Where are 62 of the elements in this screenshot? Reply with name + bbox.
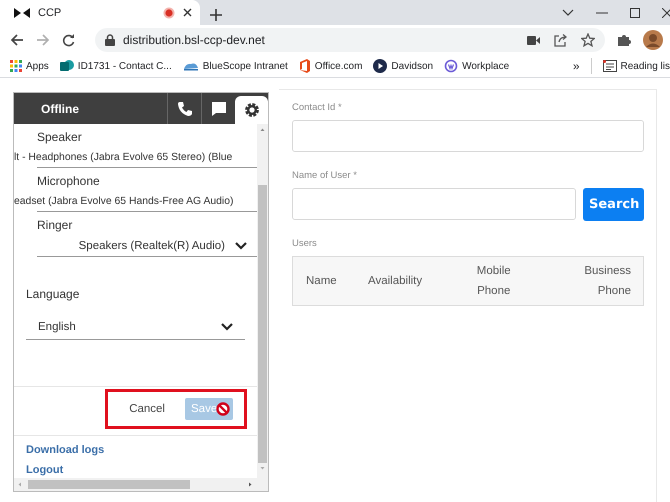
- panel-link[interactable]: Download logs: [26, 444, 104, 456]
- settings-icon[interactable]: [244, 102, 260, 118]
- horizontal-scrollbar[interactable]: [14, 478, 268, 491]
- device-value: lt - Headphones (Jabra Evolve 65 Stereo) (Blue: [14, 151, 234, 165]
- column-header: Business Phone: [583, 264, 631, 299]
- office-icon: [298, 59, 311, 73]
- reading-list-icon: [602, 60, 617, 72]
- language-select[interactable]: English: [26, 315, 245, 340]
- address-bar[interactable]: distribution.bsl-ccp-dev.net: [95, 28, 605, 52]
- reload-icon[interactable]: [62, 34, 75, 46]
- vertical-scrollbar[interactable]: [257, 124, 268, 478]
- chevron-down-icon: [221, 323, 233, 331]
- workplace-icon: [444, 59, 458, 73]
- bookmark-link[interactable]: BlueScope Intranet: [182, 60, 288, 72]
- new-tab-icon[interactable]: [210, 9, 222, 21]
- bookmark-link[interactable]: Office.com: [298, 59, 362, 73]
- lock-icon: [105, 34, 115, 46]
- bookmark-link[interactable]: Apps: [10, 60, 49, 72]
- apps-grid-icon: [10, 60, 22, 72]
- share-icon[interactable]: [554, 34, 567, 46]
- maximize-icon[interactable]: [630, 8, 640, 18]
- nav-tab[interactable]: [235, 96, 268, 124]
- play-icon: [373, 59, 388, 73]
- column-header: Name: [306, 274, 338, 289]
- document-icon: [60, 59, 74, 73]
- back-arrow-icon[interactable]: [10, 34, 24, 46]
- close-icon[interactable]: [662, 8, 670, 18]
- cancel-button[interactable]: Cancel: [127, 399, 167, 419]
- text-field[interactable]: [292, 188, 576, 220]
- bookmark-link[interactable]: Davidson: [373, 59, 434, 73]
- field-label: Language: [26, 287, 80, 301]
- reading-list-button[interactable]: Reading lis: [602, 60, 670, 72]
- chat-bubble-icon[interactable]: [210, 100, 226, 116]
- camera-icon[interactable]: [527, 36, 540, 44]
- search-button[interactable]: Search: [583, 188, 644, 221]
- field-label: Contact Id *: [292, 102, 343, 113]
- close-icon[interactable]: [183, 8, 192, 17]
- bowtie-logo-icon: [14, 8, 30, 18]
- star-icon[interactable]: [581, 33, 595, 47]
- chevron-down-icon: [235, 242, 247, 250]
- avatar-icon[interactable]: [643, 30, 663, 50]
- browser-tab[interactable]: CCP: [0, 0, 200, 25]
- device-value: eadset (Jabra Evolve 65 Hands-Free AG Audio): [14, 195, 234, 209]
- minimize-icon[interactable]: [596, 12, 608, 14]
- field-label: Name of User *: [292, 170, 358, 181]
- table-caption: Users: [292, 238, 318, 249]
- column-header: Mobile Phone: [476, 264, 512, 299]
- text-field[interactable]: [292, 120, 644, 152]
- more-bookmarks-button[interactable]: »: [572, 59, 580, 73]
- not-allowed-icon: [216, 402, 230, 416]
- agent-status[interactable]: Offline: [14, 102, 167, 116]
- field-label: Ringer: [36, 217, 74, 232]
- bookmark-link[interactable]: ID1731 - Contact C...: [60, 59, 172, 73]
- chevron-down-icon[interactable]: [562, 8, 574, 16]
- bookmark-link[interactable]: Workplace: [444, 59, 510, 73]
- column-header: Availability: [368, 274, 424, 289]
- phone-icon[interactable]: [176, 100, 192, 116]
- panel-link[interactable]: Logout: [26, 464, 64, 476]
- puzzle-piece-icon[interactable]: [617, 33, 631, 47]
- field-label: Microphone: [36, 173, 101, 188]
- field-label: Speaker: [36, 129, 83, 144]
- device-select[interactable]: Speakers (Realtek(R) Audio): [37, 232, 257, 257]
